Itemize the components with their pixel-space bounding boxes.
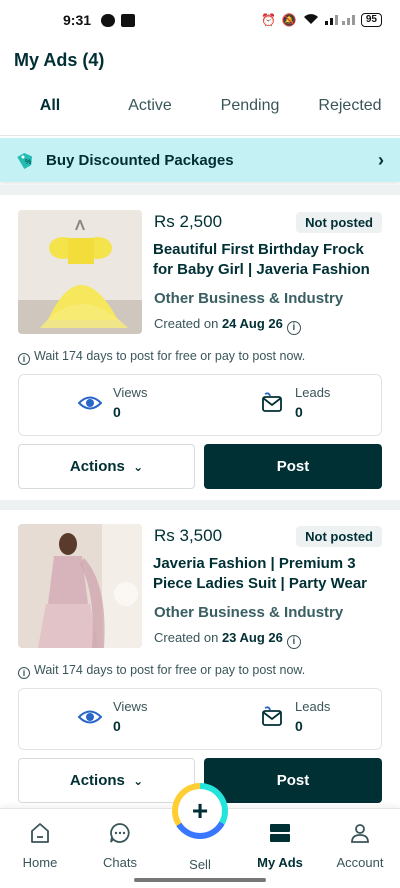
- tab-bar: All Active Pending Rejected: [0, 86, 400, 145]
- nav-account[interactable]: Account: [325, 819, 395, 870]
- eye-icon: [77, 390, 103, 416]
- chevron-right-icon: ›: [378, 149, 384, 170]
- chevron-down-icon: ⌄: [133, 460, 144, 474]
- wait-notice: i Wait 174 days to post for free or pay t…: [18, 663, 305, 679]
- nav-home[interactable]: Home: [5, 819, 75, 870]
- nav-account-label: Account: [336, 855, 384, 870]
- nav-my-ads-label: My Ads: [257, 855, 303, 870]
- actions-label: Actions: [69, 458, 125, 475]
- tab-pending[interactable]: Pending: [200, 86, 300, 135]
- views-count: 0: [113, 404, 121, 420]
- alarm-icon: ⏰: [260, 13, 276, 27]
- created-date-value: 24 Aug 26: [221, 316, 283, 331]
- wait-text: Wait 174 days to post for free or pay to…: [34, 663, 306, 677]
- signal-icon: [324, 13, 355, 28]
- wifi-icon: [303, 13, 319, 28]
- status-badge: Not posted: [296, 526, 382, 547]
- created-label: Created on: [154, 630, 222, 645]
- chevron-down-icon: ⌄: [133, 774, 144, 788]
- actions-label: Actions: [69, 772, 125, 789]
- leads-icon: [259, 390, 285, 416]
- leads-stat: Leads 0: [259, 385, 330, 420]
- home-icon: [5, 819, 75, 847]
- ad-stats: Views 0 Leads 0: [18, 374, 382, 436]
- ad-price: Rs 2,500: [154, 212, 223, 231]
- leads-count: 0: [295, 718, 303, 734]
- ad-category: Other Business & Industry: [154, 290, 344, 307]
- views-label: Views: [113, 385, 148, 400]
- ad-thumbnail[interactable]: [18, 524, 142, 648]
- leads-stat: Leads 0: [259, 699, 330, 734]
- ad-card[interactable]: Rs 2,500 Not posted Beautiful First Birt…: [0, 196, 400, 500]
- leads-count: 0: [295, 404, 303, 420]
- nav-chats-label: Chats: [103, 855, 137, 870]
- nav-my-ads[interactable]: My Ads: [245, 819, 315, 870]
- created-date: Created on 23 Aug 26 i: [154, 630, 301, 649]
- ad-thumbnail[interactable]: [18, 210, 142, 334]
- tab-all[interactable]: All: [0, 86, 100, 145]
- plus-icon: +: [178, 789, 222, 833]
- actions-button[interactable]: Actions ⌄: [18, 758, 195, 803]
- created-date: Created on 24 Aug 26 i: [154, 316, 301, 335]
- my-ads-icon: [245, 819, 315, 847]
- ad-price: Rs 3,500: [154, 526, 223, 545]
- post-button[interactable]: Post: [204, 758, 382, 803]
- user-icon: [325, 819, 395, 847]
- views-stat: Views 0: [77, 699, 147, 734]
- eye-icon: [77, 704, 103, 730]
- nav-sell-label[interactable]: Sell: [165, 857, 235, 872]
- info-icon: i: [18, 353, 30, 365]
- ad-title[interactable]: Javeria Fashion | Premium 3 Piece Ladies…: [153, 554, 385, 594]
- svg-text:%: %: [25, 159, 31, 166]
- created-date-value: 23 Aug 26: [221, 630, 283, 645]
- leads-label: Leads: [295, 385, 331, 400]
- promo-label: Buy Discounted Packages: [46, 151, 234, 169]
- snapchat-icon: [101, 13, 116, 27]
- sell-button[interactable]: +: [172, 783, 228, 839]
- wait-notice: i Wait 174 days to post for free or pay t…: [18, 349, 305, 365]
- created-label: Created on: [154, 316, 222, 331]
- ad-card[interactable]: Rs 3,500 Not posted Javeria Fashion | Pr…: [0, 510, 400, 810]
- views-stat: Views 0: [77, 385, 147, 420]
- wait-text: Wait 174 days to post for free or pay to…: [34, 349, 306, 363]
- clock: 9:31: [63, 12, 92, 28]
- tab-rejected[interactable]: Rejected: [300, 86, 400, 135]
- ad-stats: Views 0 Leads 0: [18, 688, 382, 750]
- info-icon: i: [18, 667, 30, 679]
- ad-title[interactable]: Beautiful First Birthday Frock for Baby …: [153, 240, 385, 280]
- views-count: 0: [113, 718, 121, 734]
- views-label: Views: [113, 699, 148, 714]
- post-button[interactable]: Post: [204, 444, 382, 489]
- nav-home-label: Home: [22, 855, 58, 870]
- ad-category: Other Business & Industry: [154, 604, 344, 621]
- price-tag-icon: %: [17, 152, 33, 170]
- battery-icon: 95: [360, 13, 382, 27]
- page-title: My Ads (4): [14, 50, 105, 70]
- bottom-nav: Home Chats + Sell My Ads Account: [0, 783, 400, 888]
- info-icon[interactable]: i: [286, 635, 301, 649]
- buy-packages-banner[interactable]: % Buy Discounted Packages ›: [0, 138, 400, 182]
- tab-active[interactable]: Active: [100, 86, 200, 135]
- nav-chats[interactable]: Chats: [85, 819, 155, 870]
- home-indicator[interactable]: [134, 878, 266, 882]
- chat-icon: [85, 819, 155, 847]
- section-divider: [0, 500, 400, 510]
- actions-button[interactable]: Actions ⌄: [18, 444, 195, 489]
- leads-label: Leads: [295, 699, 331, 714]
- status-bar: 9:31 ⏰ 🔕 95: [0, 0, 400, 40]
- status-badge: Not posted: [296, 212, 382, 233]
- section-divider: [0, 185, 400, 195]
- vpn-icon: [121, 13, 136, 27]
- leads-icon: [259, 704, 285, 730]
- mute-icon: 🔕: [281, 13, 297, 27]
- info-icon[interactable]: i: [286, 321, 301, 335]
